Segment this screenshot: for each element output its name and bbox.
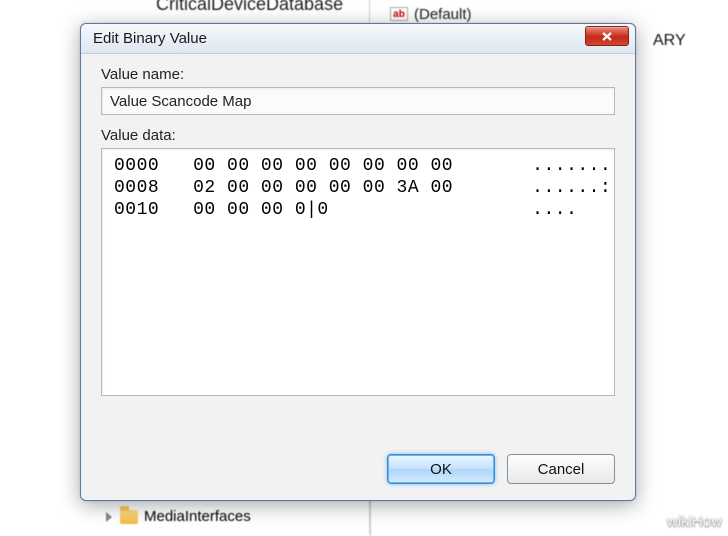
dialog-body: Value name: Value data: 0000 00 00 00 00… bbox=[81, 54, 635, 438]
tree-item[interactable]: MediaInterfaces bbox=[106, 508, 251, 525]
folder-icon bbox=[120, 510, 138, 524]
dialog-titlebar[interactable]: Edit Binary Value bbox=[81, 24, 635, 54]
value-row[interactable]: ab (Default) bbox=[370, 4, 728, 24]
cancel-button[interactable]: Cancel bbox=[507, 454, 615, 484]
value-name-input[interactable] bbox=[101, 87, 615, 115]
value-name-cell: (Default) bbox=[414, 6, 472, 23]
hex-editor[interactable]: 0000 00 00 00 00 00 00 00 00 ........ 00… bbox=[101, 148, 615, 396]
string-value-icon: ab bbox=[390, 7, 408, 21]
tree-item-label: MediaInterfaces bbox=[144, 508, 251, 525]
close-icon bbox=[601, 31, 613, 42]
value-name-label: Value name: bbox=[101, 66, 615, 83]
chevron-right-icon[interactable] bbox=[106, 512, 112, 522]
watermark: wikiHow bbox=[667, 513, 722, 530]
dialog-title: Edit Binary Value bbox=[93, 30, 207, 47]
edit-binary-dialog: Edit Binary Value Value name: Value data… bbox=[80, 23, 636, 501]
tree-item-label[interactable]: CriticalDeviceDatabase bbox=[156, 0, 343, 15]
ok-button[interactable]: OK bbox=[387, 454, 495, 484]
panel-divider bbox=[370, 496, 371, 536]
value-type-fragment: ARY bbox=[653, 32, 686, 50]
close-button[interactable] bbox=[585, 26, 629, 46]
dialog-buttons: OK Cancel bbox=[81, 438, 635, 500]
value-data-label: Value data: bbox=[101, 127, 615, 144]
